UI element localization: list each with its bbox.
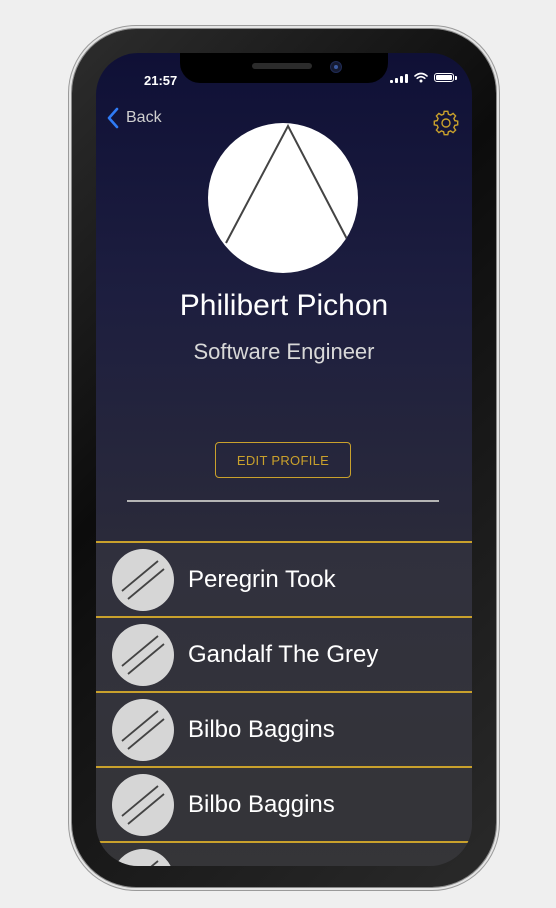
contact-list: Peregrin Took Gandalf The Grey Bilbo Bag… [96,541,472,866]
edit-profile-button[interactable]: EDIT PROFILE [215,442,351,478]
divider [127,500,439,502]
status-time: 21:57 [144,73,178,88]
contact-name: Bilbo Baggins [188,715,335,743]
contact-name: Gandalf The Grey [188,640,379,668]
contact-row[interactable]: Bilbo Baggins [96,691,472,766]
battery-icon [434,73,457,82]
contact-avatar-image [149,859,159,866]
contact-row[interactable]: Bilbo Baggins [96,766,472,841]
contact-row[interactable] [96,841,472,866]
gear-icon [433,110,459,136]
back-button[interactable]: Back [106,107,162,129]
front-camera [330,61,342,73]
contact-name: Bilbo Baggins [188,790,335,818]
power-button [496,228,500,326]
profile-avatar-image [225,123,349,244]
wifi-icon [414,72,428,83]
contact-avatar-image [121,634,165,675]
contact-name: Peregrin Took [188,565,336,593]
profile-name: Philibert Pichon [179,289,389,322]
contact-row[interactable]: Peregrin Took [96,541,472,616]
contact-avatar [112,623,174,686]
earpiece-speaker [252,63,312,69]
settings-button[interactable] [432,109,460,137]
back-label: Back [126,109,162,126]
contact-avatar [112,698,174,761]
signal-icon [390,73,408,83]
chevron-left-icon [107,107,119,129]
contact-avatar-image [121,559,165,600]
status-icons [390,72,457,83]
profile-avatar [208,123,358,273]
contact-avatar-image [121,709,165,750]
notch [180,53,388,83]
profile-role: Software Engineer [193,339,375,364]
contact-avatar [112,773,174,836]
contact-avatar [112,848,174,866]
contact-row[interactable]: Gandalf The Grey [96,616,472,691]
contact-avatar [112,548,174,611]
contact-avatar-image [121,784,165,825]
phone-screen: 21:57 Back Philibert Pichon Software Eng… [96,53,472,866]
